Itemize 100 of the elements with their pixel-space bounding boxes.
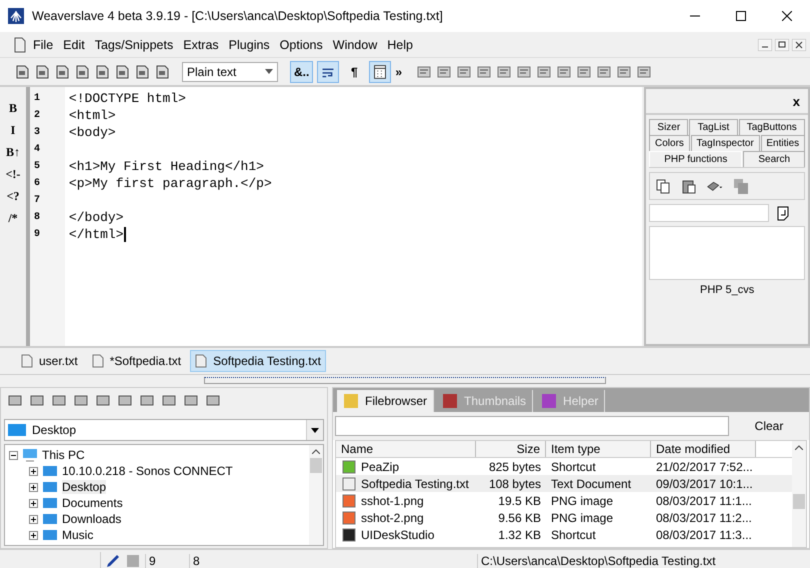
table-cell-text: 19.5 KB <box>497 494 542 508</box>
line-number: 9 <box>32 228 41 242</box>
table-cell-text: PNG image <box>550 494 614 508</box>
maximize-icon[interactable] <box>736 11 746 21</box>
file-name: PeaZip <box>361 460 400 474</box>
tag-button[interactable]: B <box>8 101 17 116</box>
scroll-thumb[interactable] <box>793 494 805 509</box>
menu-item[interactable]: File <box>28 38 58 52</box>
tree-item[interactable]: Downloads <box>62 512 122 526</box>
close-button[interactable]: x <box>792 94 800 108</box>
file-row[interactable]: Softpedia Testing.txt 108 bytes Text Document 09/03/2017 10:1... <box>336 475 792 492</box>
restore-icon[interactable] <box>775 38 789 50</box>
table-cell-text: 08/03/2017 11:1... <box>655 494 753 508</box>
menu-item[interactable]: Window <box>328 38 382 52</box>
scroll-up-icon[interactable] <box>795 445 803 450</box>
scroll-thumb[interactable] <box>310 458 322 473</box>
tag-button[interactable]: <!- <box>6 167 20 182</box>
file-name: sshot-1.png <box>361 494 424 508</box>
expand-icon[interactable] <box>29 530 38 540</box>
tree-item[interactable]: Documents <box>62 496 123 510</box>
tag-button[interactable]: /* <box>8 211 18 226</box>
menu-item[interactable]: Options <box>274 38 328 52</box>
language-dropdown[interactable]: Plain text <box>182 62 278 82</box>
toggle-button[interactable]: &.. <box>290 60 314 82</box>
column-header[interactable]: Date modified <box>651 441 756 457</box>
document-tab[interactable]: Softpedia Testing.txt <box>190 350 326 372</box>
expand-icon[interactable] <box>29 482 38 492</box>
file-row[interactable]: sshot-2.png 9.56 KB PNG image 08/03/2017 11:2... <box>336 509 792 526</box>
document-icon <box>92 354 104 368</box>
close-icon[interactable] <box>792 38 806 50</box>
file-name: Softpedia Testing.txt <box>361 476 469 490</box>
file-row[interactable]: sshot-1.png 19.5 KB PNG image 08/03/2017 11:1... <box>336 492 792 509</box>
document-icon <box>12 36 28 52</box>
enter-icon[interactable] <box>775 205 792 221</box>
code-line: </body> <box>68 209 124 226</box>
tag-button[interactable]: B↑ <box>6 145 20 160</box>
code-line: <p>My first paragraph.</p> <box>68 175 272 192</box>
tree-item[interactable]: 10.10.0.218 - Sonos CONNECT <box>62 464 233 478</box>
scrollbar[interactable] <box>792 441 806 547</box>
line-number: 8 <box>32 211 41 225</box>
menu-item[interactable]: Plugins <box>224 38 275 52</box>
scrollbar[interactable] <box>309 445 323 545</box>
collapse-icon[interactable] <box>9 450 18 460</box>
menu-item[interactable]: Extras <box>178 38 224 52</box>
scroll-up-icon[interactable] <box>312 449 320 454</box>
file-path: C:\Users\anca\Desktop\Softpedia Testing.txt <box>477 554 716 568</box>
column-indicator: 8 <box>189 554 229 568</box>
grid-icon[interactable] <box>369 60 392 82</box>
panel-tab[interactable]: Sizer <box>649 119 688 135</box>
line-number: 7 <box>32 194 41 208</box>
column-header[interactable]: Item type <box>546 441 651 457</box>
code-line: <body> <box>68 124 116 141</box>
panel-tab[interactable]: TagButtons <box>738 119 805 135</box>
app-logo-icon <box>8 8 24 24</box>
panel-tab[interactable]: Entities <box>760 135 805 151</box>
search-field[interactable] <box>649 204 770 222</box>
file-row[interactable]: UIDeskStudio 1.32 KB Shortcut 08/03/2017 11:3... <box>336 526 792 543</box>
document-tab[interactable]: *Softpedia.txt <box>86 350 186 372</box>
location-dropdown[interactable]: Desktop <box>4 419 324 441</box>
expand-icon[interactable] <box>29 498 38 508</box>
menu-item[interactable]: Help <box>382 38 418 52</box>
table-cell-text: 08/03/2017 11:3... <box>655 528 753 542</box>
tree-item[interactable]: Desktop <box>62 480 106 494</box>
dropdown-arrow-icon[interactable] <box>311 428 319 432</box>
word-wrap-icon[interactable] <box>317 60 340 82</box>
close-icon[interactable] <box>782 11 792 21</box>
expand-icon[interactable] <box>29 466 38 476</box>
panel-tab[interactable]: PHP functions <box>649 151 742 167</box>
document-tab[interactable]: user.txt <box>16 350 83 372</box>
pane-tab[interactable]: Filebrowser <box>337 390 434 412</box>
menu-item[interactable]: Edit <box>58 38 90 52</box>
tree-item[interactable]: Music <box>62 528 94 542</box>
code-line: <html> <box>68 107 116 124</box>
file-row[interactable]: PeaZip 825 bytes Shortcut 21/02/2017 7:52... <box>336 458 792 475</box>
code-line: </html> <box>68 226 124 243</box>
tree-item[interactable]: This PC <box>42 448 85 462</box>
toggle-button[interactable]: ¶ <box>343 60 366 82</box>
panel-tab[interactable]: Search <box>743 151 806 167</box>
tag-button[interactable]: I <box>10 123 16 138</box>
dropdown-arrow-icon <box>265 69 273 74</box>
table-cell-text: Shortcut <box>550 528 597 542</box>
window-title: Weaverslave 4 beta 3.9.19 - [C:\Users\anca\Desktop\Softpedia Testing.txt] <box>32 9 444 23</box>
tag-button[interactable]: <? <box>6 189 20 204</box>
menu-item[interactable]: Tags/Snippets <box>90 38 178 52</box>
column-header[interactable]: Name <box>336 441 476 457</box>
document-icon <box>21 354 33 368</box>
column-header[interactable]: Size <box>476 441 546 457</box>
monitor-icon <box>22 447 38 463</box>
overflow-chevron[interactable]: » <box>395 64 402 78</box>
expand-icon[interactable] <box>29 514 38 524</box>
document-icon <box>195 354 208 368</box>
line-indicator: 9 <box>145 554 185 568</box>
filter-field[interactable] <box>335 416 729 436</box>
splitter-handle[interactable] <box>204 377 606 384</box>
panel-tab[interactable]: TagList <box>689 119 738 135</box>
code-line: <h1>My First Heading</h1> <box>68 158 264 175</box>
line-number: 5 <box>32 160 41 174</box>
code-editor[interactable]: <!DOCTYPE html> <html> <body> <h1>My First Heading</h1> <p>My first paragraph.</p> </body> </html> <box>64 87 642 346</box>
table-cell-text: 825 bytes <box>488 460 542 474</box>
minimize-icon[interactable] <box>758 38 772 50</box>
